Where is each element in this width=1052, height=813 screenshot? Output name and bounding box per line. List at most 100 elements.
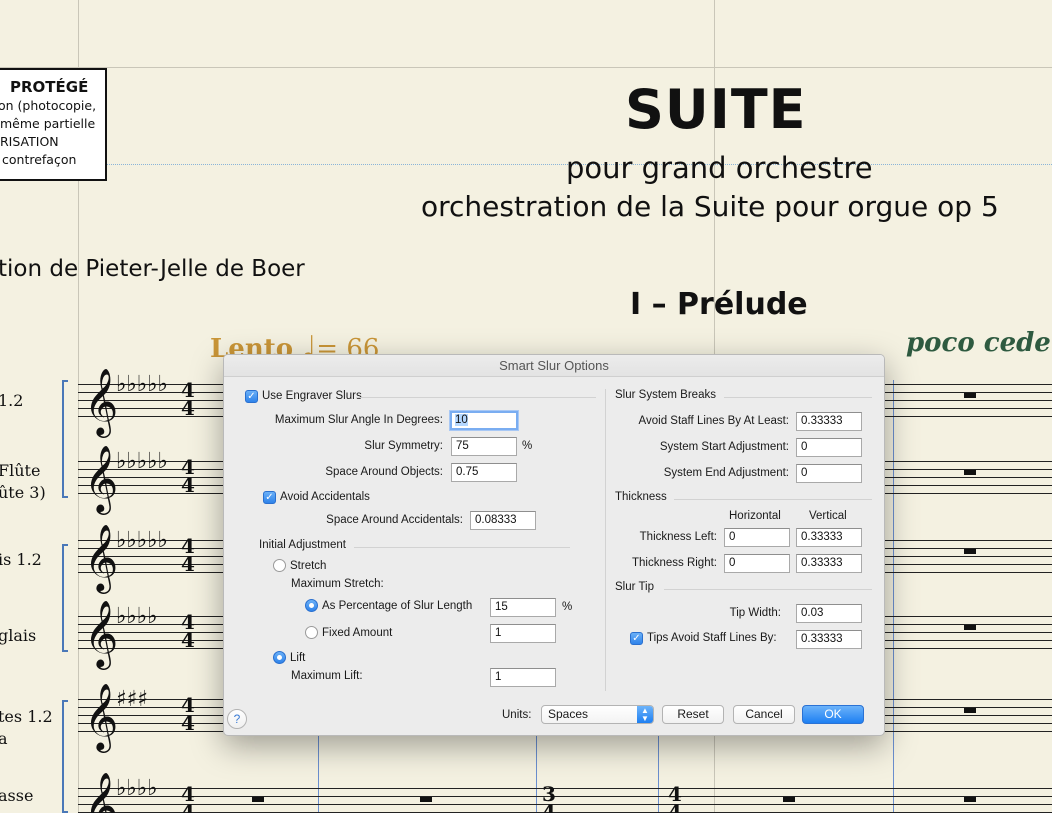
group-separator — [664, 589, 872, 590]
system-end-input[interactable]: 0 — [796, 464, 862, 483]
key-signature: ♭♭♭♭♭ — [116, 528, 168, 553]
tip-width-label: Tip Width: — [729, 607, 781, 619]
thickness-horizontal-header: Horizontal — [729, 510, 781, 522]
time-signature: 44 — [181, 693, 195, 735]
expression-marking[interactable]: poco cedend — [906, 328, 1052, 358]
max-slur-angle-label: Maximum Slur Angle In Degrees: — [274, 414, 443, 426]
instrument-name-line2[interactable]: ûte 3) — [0, 483, 46, 502]
tip-width-input[interactable]: 0.03 — [796, 604, 862, 623]
copyright-line: contrefaçon — [2, 152, 77, 167]
slur-symmetry-unit: % — [522, 440, 533, 452]
copyright-line: même partielle — [0, 116, 96, 131]
whole-rest[interactable] — [964, 549, 976, 554]
system-end-label: System End Adjustment: — [663, 467, 789, 479]
space-around-objects-input[interactable]: 0.75 — [451, 463, 517, 482]
lift-radio[interactable] — [273, 651, 286, 664]
instrument-name[interactable]: tes 1.2 — [0, 707, 53, 726]
slur-symmetry-label: Slur Symmetry: — [364, 440, 443, 452]
stretch-radio[interactable] — [273, 559, 286, 572]
time-signature: 44 — [181, 455, 195, 497]
score-subtitle-2[interactable]: orchestration de la Suite pour orgue op … — [421, 190, 999, 223]
instrument-name-line2[interactable]: a — [0, 729, 8, 748]
key-signature: ♭♭♭♭ — [116, 776, 158, 801]
barline — [893, 380, 894, 813]
score-title[interactable]: SUITE — [625, 78, 807, 141]
instrument-name[interactable]: glais — [0, 626, 36, 645]
max-slur-angle-input[interactable]: 10 — [450, 411, 518, 430]
use-engraver-slurs-label: Use Engraver Slurs — [262, 390, 362, 402]
fixed-amount-label: Fixed Amount — [322, 627, 393, 639]
arranger-credit[interactable]: tion de Pieter-Jelle de Boer — [0, 256, 305, 282]
thickness-left-horizontal-input[interactable]: 0 — [724, 528, 790, 547]
use-engraver-slurs-checkbox[interactable]: ✓ — [245, 390, 258, 403]
whole-rest[interactable] — [783, 797, 795, 802]
staff[interactable]: 𝄞 ♭♭♭♭ 44 34 44 — [78, 771, 1052, 813]
maximum-lift-label: Maximum Lift: — [291, 670, 363, 682]
system-start-label: System Start Adjustment: — [659, 441, 789, 453]
reset-button[interactable]: Reset — [662, 705, 724, 724]
time-signature: 44 — [181, 610, 195, 652]
slur-tip-title: Slur Tip — [615, 581, 654, 593]
instrument-name[interactable]: 1.2 — [0, 391, 23, 410]
group-separator — [724, 397, 872, 398]
staff-bracket — [62, 380, 68, 498]
treble-clef-icon: 𝄞 — [84, 523, 119, 591]
key-signature: ♯♯♯ — [116, 687, 148, 712]
score-subtitle[interactable]: pour grand orchestre — [566, 151, 873, 185]
whole-rest[interactable] — [964, 393, 976, 398]
thickness-right-vertical-input[interactable]: 0.33333 — [796, 554, 862, 573]
help-button[interactable]: ? — [227, 709, 247, 729]
as-percentage-radio[interactable] — [305, 599, 318, 612]
instrument-name[interactable]: Flûte — [0, 461, 40, 480]
percentage-input[interactable]: 15 — [490, 598, 556, 617]
tips-avoid-label: Tips Avoid Staff Lines By: — [647, 632, 777, 644]
key-signature: ♭♭♭♭♭ — [116, 449, 168, 474]
whole-rest[interactable] — [420, 797, 432, 802]
whole-rest[interactable] — [964, 470, 976, 475]
avoid-staff-lines-label: Avoid Staff Lines By At Least: — [638, 415, 789, 427]
whole-rest[interactable] — [964, 625, 976, 630]
smart-slur-options-dialog: Smart Slur Options ✓ Use Engraver Slurs … — [223, 354, 885, 736]
instrument-name[interactable]: is 1.2 — [0, 550, 42, 569]
staff-bracket — [62, 700, 68, 813]
copyright-line: PROTÉGÉ — [10, 78, 89, 96]
system-start-input[interactable]: 0 — [796, 438, 862, 457]
as-percentage-label: As Percentage of Slur Length — [322, 600, 473, 612]
instrument-name[interactable]: asse — [0, 786, 33, 805]
time-signature: 44 — [668, 782, 682, 813]
slur-symmetry-input[interactable]: 75 — [451, 437, 517, 456]
fixed-amount-radio[interactable] — [305, 626, 318, 639]
units-label: Units: — [502, 709, 532, 721]
thickness-left-label: Thickness Left: — [639, 531, 717, 543]
treble-clef-icon: 𝄞 — [84, 599, 119, 667]
fixed-amount-input[interactable]: 1 — [490, 624, 556, 643]
avoid-staff-lines-input[interactable]: 0.33333 — [796, 412, 862, 431]
space-around-accidentals-input[interactable]: 0.08333 — [470, 511, 536, 530]
key-signature: ♭♭♭♭♭ — [116, 372, 168, 397]
thickness-vertical-header: Vertical — [809, 510, 847, 522]
treble-clef-icon: 𝄞 — [84, 682, 119, 750]
whole-rest[interactable] — [964, 797, 976, 802]
time-signature: 44 — [181, 534, 195, 576]
cancel-button[interactable]: Cancel — [733, 705, 795, 724]
whole-rest[interactable] — [964, 708, 976, 713]
key-signature: ♭♭♭♭ — [116, 604, 158, 629]
initial-adjustment-title: Initial Adjustment — [259, 539, 346, 551]
thickness-left-vertical-input[interactable]: 0.33333 — [796, 528, 862, 547]
units-value: Spaces — [548, 707, 589, 721]
dialog-titlebar[interactable]: Smart Slur Options — [224, 355, 884, 377]
movement-title[interactable]: I – Prélude — [630, 287, 808, 322]
thickness-right-horizontal-input[interactable]: 0 — [724, 554, 790, 573]
tips-avoid-input[interactable]: 0.33333 — [796, 630, 862, 649]
page-guide-horizontal — [0, 67, 1052, 68]
maximum-lift-input[interactable]: 1 — [490, 668, 556, 687]
thickness-right-label: Thickness Right: — [631, 557, 717, 569]
whole-rest[interactable] — [252, 797, 264, 802]
treble-clef-icon: 𝄞 — [84, 771, 119, 813]
avoid-accidentals-checkbox[interactable]: ✓ — [263, 491, 276, 504]
stretch-label: Stretch — [290, 560, 327, 572]
tips-avoid-checkbox[interactable]: ✓ — [630, 632, 643, 645]
ok-button[interactable]: OK — [802, 705, 864, 724]
percentage-unit: % — [562, 601, 573, 613]
units-select[interactable]: Spaces ▲ ▼ — [541, 705, 654, 724]
